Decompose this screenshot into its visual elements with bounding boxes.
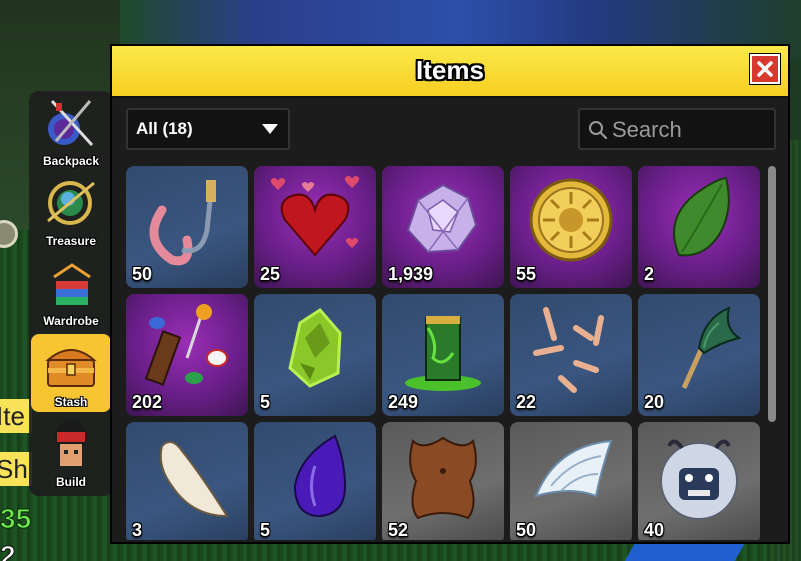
item-slot[interactable]: 202	[126, 294, 248, 416]
slime-cup-icon	[405, 316, 481, 391]
search-input[interactable]	[610, 116, 774, 144]
bones-icon	[533, 307, 604, 393]
leather-icon	[409, 436, 477, 520]
hud-shop-label: Sh	[0, 452, 32, 486]
items-grid: 50 25 1,939 55 2 202 5 249 22 20 3 5 52 …	[126, 166, 766, 540]
search-box	[578, 108, 776, 150]
item-slot[interactable]: 3	[126, 422, 248, 540]
item-quantity: 50	[516, 520, 537, 540]
item-quantity: 3	[132, 520, 143, 540]
item-quantity: 52	[388, 520, 409, 540]
item-slot[interactable]: 20	[638, 294, 760, 416]
nav-treasure-button[interactable]: Treasure	[31, 173, 111, 251]
item-slot[interactable]: 1,939	[382, 166, 504, 288]
nav-label: Treasure	[45, 234, 97, 248]
item-slot[interactable]: 40	[638, 422, 760, 540]
item-quantity: 202	[132, 392, 163, 412]
hud-count-number: 2	[0, 540, 16, 561]
item-quantity: 2	[644, 264, 655, 284]
search-icon	[589, 121, 608, 140]
nav-wardrobe-button[interactable]: Wardrobe	[31, 253, 111, 331]
item-slot[interactable]: 2	[638, 166, 760, 288]
stash-icon	[45, 349, 97, 387]
wing-icon	[534, 439, 613, 498]
item-slot[interactable]: 22	[510, 294, 632, 416]
candy-icon	[144, 304, 228, 386]
filter-selected-value: All (18)	[136, 119, 193, 138]
item-quantity: 55	[516, 264, 537, 284]
item-quantity: 22	[516, 392, 537, 412]
item-slot[interactable]: 25	[254, 166, 376, 288]
fang-icon	[159, 441, 229, 518]
hook-icon	[149, 180, 216, 266]
item-quantity: 249	[388, 392, 419, 412]
wardrobe-icon	[53, 263, 91, 305]
item-quantity: 50	[132, 264, 153, 284]
sun-coin-icon	[529, 178, 613, 262]
item-quantity: 5	[260, 520, 271, 540]
nav-label: Stash	[54, 395, 88, 409]
item-quantity: 40	[644, 520, 665, 540]
window-title: Items	[416, 55, 484, 85]
items-window: Items All (18) 50	[110, 44, 790, 544]
item-slot[interactable]: 249	[382, 294, 504, 416]
item-quantity: 20	[644, 392, 665, 412]
nav-label: Build	[56, 475, 86, 489]
nav-label: Backpack	[42, 154, 100, 168]
treasure-icon	[47, 181, 95, 225]
build-icon	[55, 420, 87, 466]
nav-build-button[interactable]: Build	[31, 414, 111, 492]
green-rock-icon	[288, 308, 342, 388]
backpack-icon	[48, 99, 94, 147]
caret-down-icon	[262, 124, 278, 134]
item-quantity: 1,939	[388, 264, 434, 284]
nav-backpack-button[interactable]: Backpack	[31, 93, 111, 171]
item-quantity: 25	[260, 264, 281, 284]
hud-level-number: 35	[0, 503, 32, 535]
item-quantity: 5	[260, 392, 271, 412]
item-slot[interactable]: 50	[510, 422, 632, 540]
hearts-icon	[270, 176, 360, 257]
fish-tail-icon	[681, 306, 742, 390]
hud-item-label: Ite	[0, 399, 32, 433]
grid-scrollbar[interactable]	[768, 166, 776, 422]
item-slot[interactable]: 55	[510, 166, 632, 288]
nav-stash-button[interactable]: Stash	[31, 334, 111, 412]
purple-drop-icon	[293, 434, 347, 518]
close-icon	[757, 61, 773, 77]
item-slot[interactable]: 5	[254, 294, 376, 416]
item-slot[interactable]: 5	[254, 422, 376, 540]
filter-dropdown[interactable]: All (18)	[126, 108, 290, 150]
close-button[interactable]	[750, 54, 780, 84]
yeti-head-icon	[660, 439, 738, 520]
leaf-icon	[673, 176, 730, 257]
item-slot[interactable]: 50	[126, 166, 248, 288]
title-bar: Items	[112, 46, 788, 98]
side-nav: Backpack Treasure Wardrobe Stash Build	[29, 91, 113, 496]
crystal-shards-icon	[406, 183, 478, 254]
nav-label: Wardrobe	[43, 314, 99, 328]
item-slot[interactable]: 52	[382, 422, 504, 540]
